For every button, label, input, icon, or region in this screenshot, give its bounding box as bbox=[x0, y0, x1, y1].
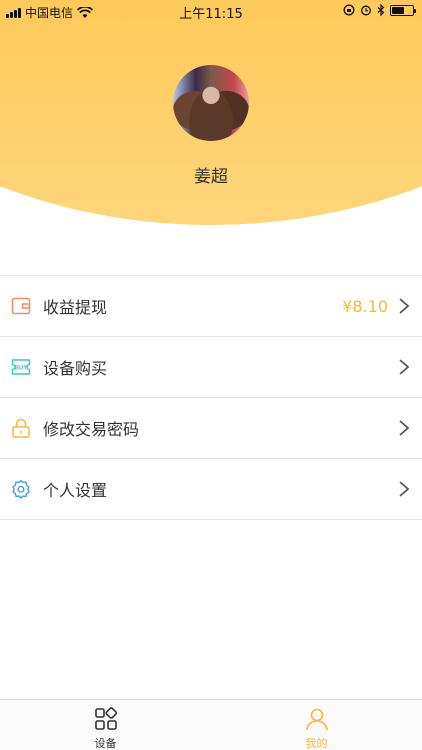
battery-icon bbox=[390, 4, 416, 16]
status-bar: 中国电信 上午11:15 bbox=[0, 0, 422, 22]
menu-item-label: 个人设置 bbox=[43, 481, 108, 500]
menu-list: 收益提现 ¥8.10 BUY 设备购买 修改交易密码 个人设置 bbox=[0, 275, 422, 520]
bluetooth-icon bbox=[377, 4, 385, 16]
tab-mine[interactable]: 我的 bbox=[211, 700, 422, 750]
alarm-icon bbox=[361, 5, 371, 16]
avatar[interactable] bbox=[173, 65, 249, 141]
tab-bar: 设备 我的 bbox=[0, 699, 422, 750]
rotation-lock-icon bbox=[343, 4, 355, 16]
chevron-right-icon bbox=[399, 481, 410, 497]
menu-item-withdraw[interactable]: 收益提现 ¥8.10 bbox=[0, 276, 422, 337]
chevron-right-icon bbox=[399, 420, 410, 436]
menu-item-change-password[interactable]: 修改交易密码 bbox=[0, 398, 422, 459]
tab-label: 设备 bbox=[94, 737, 117, 750]
status-right bbox=[343, 4, 416, 16]
balance-value: ¥8.10 bbox=[342, 296, 388, 316]
tab-label: 我的 bbox=[305, 737, 328, 750]
menu-item-label: 设备购买 bbox=[43, 359, 108, 378]
menu-item-label: 修改交易密码 bbox=[43, 420, 140, 439]
wallet-icon bbox=[11, 297, 31, 315]
user-name: 姜超 bbox=[194, 167, 228, 187]
menu-item-label: 收益提现 bbox=[43, 298, 108, 317]
grid-icon bbox=[94, 707, 117, 730]
svg-text:BUY: BUY bbox=[15, 365, 28, 371]
menu-item-personal-settings[interactable]: 个人设置 bbox=[0, 459, 422, 520]
buy-ticket-icon: BUY bbox=[11, 359, 31, 375]
menu-item-buy-device[interactable]: BUY 设备购买 bbox=[0, 337, 422, 398]
chevron-right-icon bbox=[399, 298, 410, 314]
lock-icon bbox=[12, 418, 30, 438]
chevron-right-icon bbox=[399, 359, 410, 375]
person-icon bbox=[305, 708, 328, 731]
tab-devices[interactable]: 设备 bbox=[0, 700, 211, 750]
gear-icon bbox=[12, 479, 30, 499]
